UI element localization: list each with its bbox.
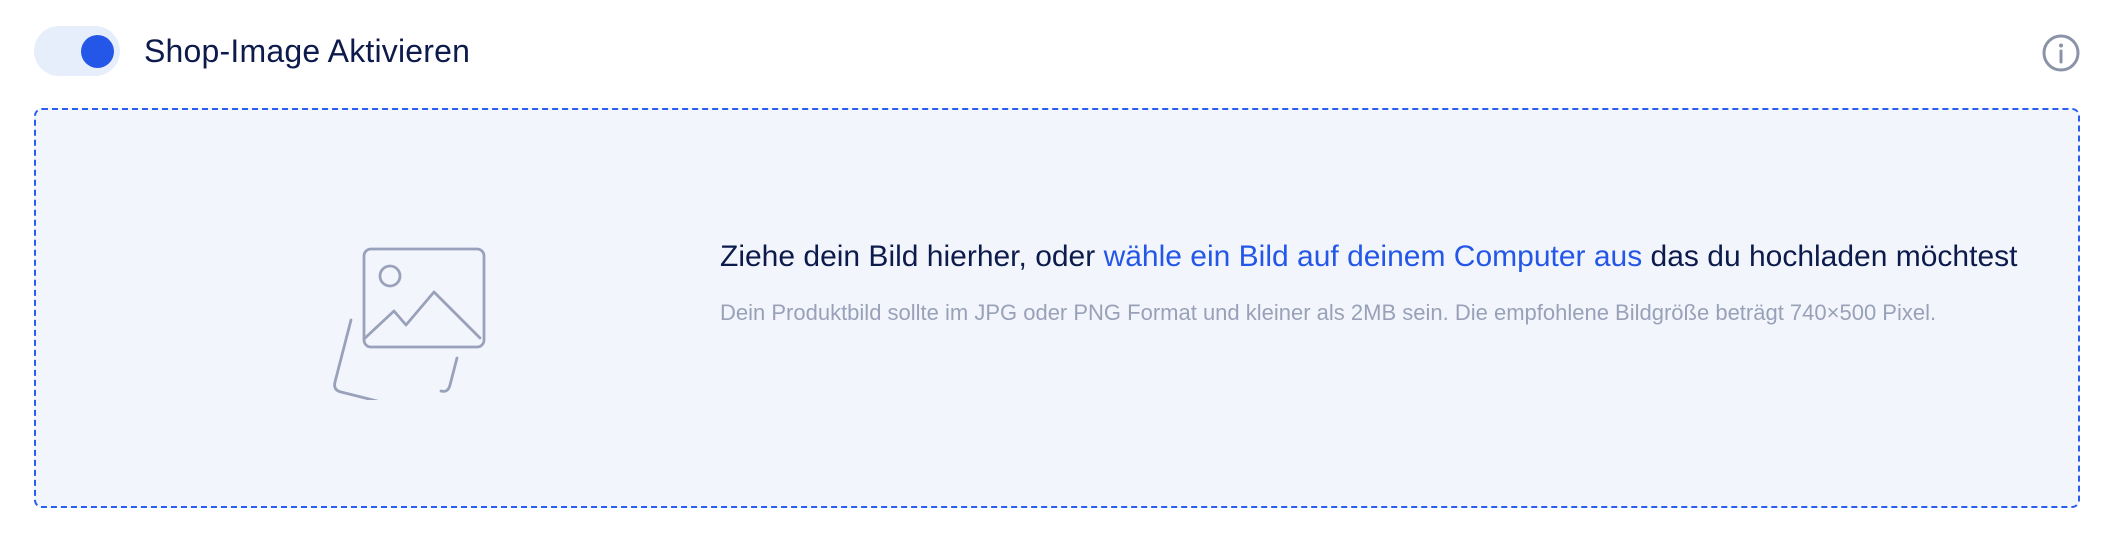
shop-image-toggle[interactable] (34, 26, 120, 76)
toggle-knob (81, 35, 114, 68)
dropzone-text: Ziehe dein Bild hierher, oder wähle ein … (720, 238, 2060, 326)
dropzone-instruction: Ziehe dein Bild hierher, oder wähle ein … (720, 238, 2060, 276)
dropzone-hint: Dein Produktbild sollte im JPG oder PNG … (720, 300, 1937, 325)
dropzone-text-before: Ziehe dein Bild hierher, oder (720, 240, 1104, 273)
info-icon[interactable] (2041, 33, 2081, 73)
toggle-label: Shop-Image Aktivieren (144, 32, 471, 69)
choose-file-link[interactable]: wähle ein Bild auf deinem Computer aus (1104, 240, 1643, 273)
image-placeholder-icon (296, 230, 496, 419)
dropzone-text-after: das du hochladen möchtest (1642, 240, 2018, 273)
shop-image-toggle-row: Shop-Image Aktivieren (34, 25, 470, 77)
image-dropzone[interactable]: Ziehe dein Bild hierher, oder wähle ein … (34, 108, 2080, 508)
